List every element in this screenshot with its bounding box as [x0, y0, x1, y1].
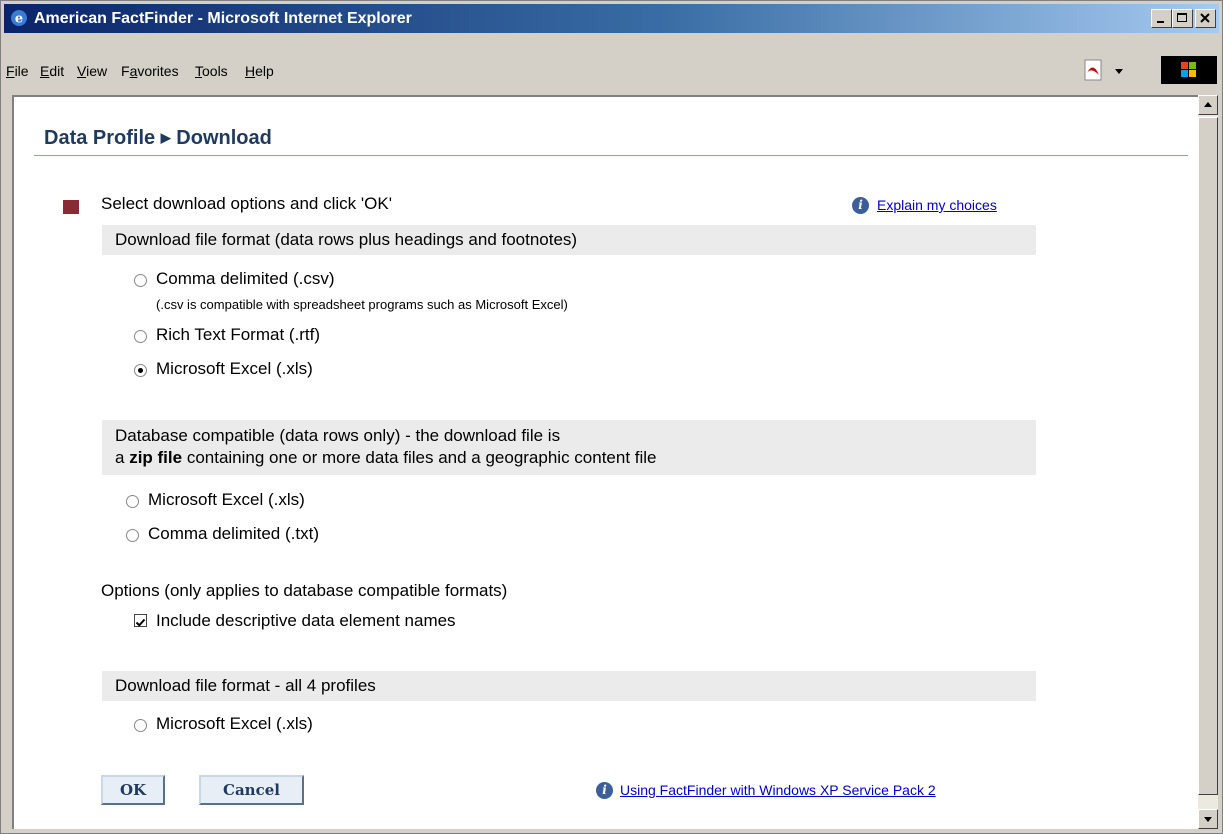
window-title: American FactFinder - Microsoft Internet… — [34, 10, 412, 27]
ok-button[interactable]: OK — [101, 775, 165, 805]
maximize-button[interactable] — [1172, 9, 1193, 28]
option-rtf-label: Rich Text Format (.rtf) — [156, 325, 321, 344]
option-xls-label: Microsoft Excel (.xls) — [156, 359, 313, 378]
step-bullet — [63, 200, 79, 214]
section1-header: Download file format (data rows plus hea… — [115, 230, 578, 249]
options-header: Options (only applies to database compat… — [101, 581, 508, 600]
radio-all-profiles-xls[interactable] — [134, 719, 147, 732]
pdf-icon — [1081, 59, 1131, 87]
option-db-xls-label: Microsoft Excel (.xls) — [148, 490, 305, 509]
pdf-toolbar-button[interactable] — [1081, 57, 1131, 83]
scroll-down-button[interactable] — [1198, 809, 1218, 829]
menu-tools[interactable]: Tools — [195, 63, 228, 79]
windows-logo-icon — [1161, 56, 1217, 84]
info-icon: i — [596, 782, 613, 799]
menu-favorites[interactable]: Favorites — [121, 63, 179, 79]
option-csv-label: Comma delimited (.csv) — [156, 269, 335, 288]
section2-suffix: containing one or more data files and a … — [182, 448, 657, 467]
menu-edit[interactable]: Edit — [40, 63, 64, 79]
arrow-down-icon — [1204, 817, 1212, 822]
scroll-thumb[interactable] — [1198, 117, 1218, 795]
close-button[interactable] — [1195, 9, 1216, 28]
option-db-txt-label: Comma delimited (.txt) — [148, 524, 319, 543]
info-icon: i — [852, 197, 869, 214]
descriptive-names-label: Include descriptive data element names — [156, 611, 456, 630]
zip-file-text: zip file — [129, 448, 183, 467]
descriptive-names-checkbox[interactable] — [134, 614, 147, 627]
menu-help[interactable]: Help — [245, 63, 274, 79]
ie-icon: e — [10, 9, 28, 27]
radio-db-xls[interactable] — [126, 495, 139, 508]
menu-bar: File Edit View Favorites Tools Help — [4, 55, 1219, 85]
xp-service-pack-link[interactable]: Using FactFinder with Windows XP Service… — [620, 782, 936, 798]
minimize-button[interactable] — [1151, 9, 1172, 28]
section2-header-line1: Database compatible (data rows only) - t… — [115, 426, 561, 445]
breadcrumb-data-profile: Data Profile — [44, 127, 156, 149]
radio-csv[interactable] — [134, 274, 147, 287]
page-title: Data Profile ▶ Download — [44, 127, 272, 150]
svg-text:e: e — [15, 12, 23, 27]
scroll-up-button[interactable] — [1198, 95, 1218, 115]
page-content: Data Profile ▶ Download Select download … — [12, 95, 1198, 829]
section2-header-line2: a zip file containing one or more data f… — [115, 448, 657, 468]
explain-choices-link[interactable]: Explain my choices — [877, 197, 997, 213]
section3-header: Download file format - all 4 profiles — [115, 676, 376, 695]
menu-file[interactable]: File — [6, 63, 29, 79]
checkmark-icon — [135, 618, 146, 627]
radio-rtf[interactable] — [134, 330, 147, 343]
instruction-text: Select download options and click 'OK' — [101, 194, 392, 213]
csv-note: (.csv is compatible with spreadsheet pro… — [156, 297, 568, 312]
breadcrumb-download: Download — [176, 127, 272, 149]
heading-divider — [34, 155, 1188, 156]
breadcrumb-separator: ▶ — [160, 130, 171, 145]
option-all-profiles-xls-label: Microsoft Excel (.xls) — [156, 714, 313, 733]
menu-view[interactable]: View — [77, 63, 107, 79]
section2-prefix: a — [115, 448, 130, 467]
browser-window: e American FactFinder - Microsoft Intern… — [0, 0, 1223, 834]
cancel-button[interactable]: Cancel — [199, 775, 304, 805]
vertical-scrollbar[interactable] — [1198, 95, 1218, 829]
radio-db-txt[interactable] — [126, 529, 139, 542]
arrow-up-icon — [1204, 102, 1212, 107]
title-bar: e American FactFinder - Microsoft Intern… — [4, 4, 1219, 33]
radio-xls[interactable] — [134, 364, 147, 377]
